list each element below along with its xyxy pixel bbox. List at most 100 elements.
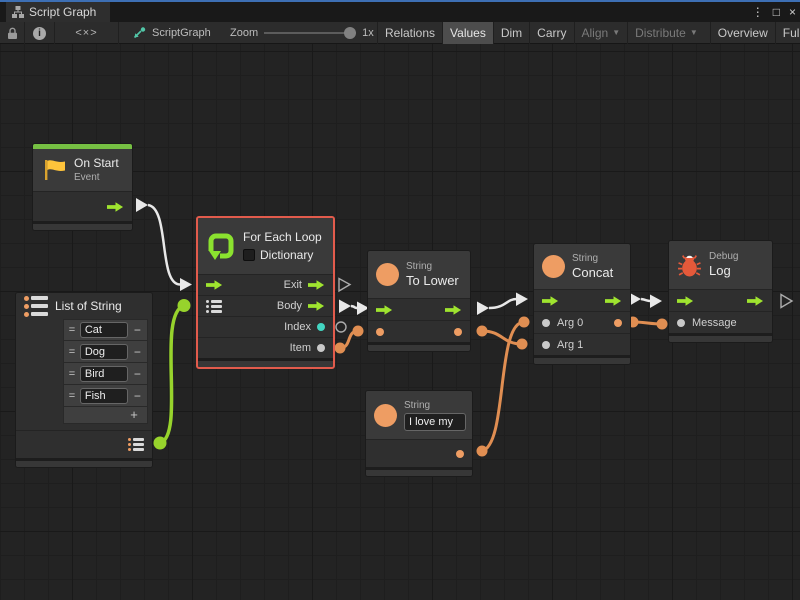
- flow-input-port[interactable]: [376, 304, 393, 316]
- port-label: Arg 0: [557, 317, 583, 329]
- arg1-input-port[interactable]: [542, 341, 550, 349]
- drag-handle-icon[interactable]: =: [67, 390, 77, 402]
- close-icon[interactable]: ×: [789, 5, 796, 19]
- port-row: [33, 191, 132, 221]
- flow-input-port[interactable]: [206, 279, 223, 291]
- unconnected-index-port[interactable]: [336, 322, 346, 332]
- node-for-each-loop[interactable]: For Each Loop Dictionary Exit: [196, 216, 335, 369]
- list-add-row: +: [63, 407, 148, 424]
- value-wire-tolower-arg1: [482, 331, 522, 344]
- window-menu-icon[interactable]: ⋮: [752, 5, 764, 19]
- wire-start-arrow: [339, 300, 351, 314]
- flow-input-port[interactable]: [542, 295, 559, 307]
- carry-button[interactable]: Carry: [529, 22, 573, 44]
- loop-icon: [206, 231, 236, 261]
- node-type: String: [406, 260, 459, 273]
- flow-output-port[interactable]: [605, 295, 622, 307]
- flow-output-port[interactable]: [445, 304, 462, 316]
- toolbar: i <×> ScriptGraph Zoom 1x Relations Va: [0, 22, 800, 44]
- exit-output-port[interactable]: [308, 279, 325, 291]
- dictionary-checkbox[interactable]: [243, 249, 255, 261]
- remove-item-button[interactable]: −: [131, 345, 144, 359]
- string-value-field[interactable]: [404, 413, 466, 431]
- full-screen-button[interactable]: Full Screen: [775, 22, 800, 44]
- list-output-port[interactable]: [128, 438, 144, 451]
- values-button[interactable]: Values: [442, 22, 493, 44]
- node-header: Debug Log: [669, 241, 772, 289]
- node-header: List of String: [16, 293, 152, 319]
- wire-endpoint: [154, 437, 167, 450]
- zoom-slider[interactable]: [264, 27, 356, 39]
- code-view-toggle[interactable]: <×>: [55, 22, 119, 44]
- distribute-dropdown[interactable]: Distribute ▼: [627, 22, 705, 44]
- add-item-button[interactable]: +: [121, 407, 147, 423]
- zoom-slider-handle[interactable]: [344, 27, 356, 39]
- tab-script-graph[interactable]: Script Graph: [6, 2, 110, 22]
- value-wire-concat-message: [633, 322, 662, 324]
- wire-endpoint: [353, 326, 364, 337]
- node-concat[interactable]: String Concat Arg 0 Arg 1: [533, 243, 631, 365]
- graph-breadcrumb[interactable]: ScriptGraph: [132, 22, 211, 44]
- flow-output-port[interactable]: [747, 295, 764, 307]
- drag-handle-icon[interactable]: =: [67, 324, 77, 336]
- result-output-port[interactable]: [614, 319, 622, 327]
- info-icon: i: [33, 27, 46, 40]
- zoom-slider-track: [264, 32, 356, 34]
- title-bar: Script Graph ⋮ □ ×: [0, 2, 800, 22]
- drag-handle-icon[interactable]: =: [67, 368, 77, 380]
- string-output-port[interactable]: [456, 450, 464, 458]
- info-button[interactable]: i: [25, 22, 55, 44]
- arg0-input-port[interactable]: [542, 319, 550, 327]
- node-debug-log[interactable]: Debug Log Message: [668, 240, 773, 343]
- port-row-exit: Exit: [198, 274, 333, 295]
- value-wire-literal-arg0: [482, 322, 524, 451]
- port-row: [366, 439, 472, 467]
- list-input-port[interactable]: [206, 300, 222, 313]
- index-output-port[interactable]: [317, 323, 325, 331]
- drag-handle-icon[interactable]: =: [67, 346, 77, 358]
- unconnected-log-exit-port[interactable]: [781, 295, 792, 308]
- toolbar-left-group: i <×>: [0, 22, 119, 44]
- wire-start-arrow: [477, 302, 489, 316]
- string-output-port[interactable]: [454, 328, 462, 336]
- overview-button[interactable]: Overview: [710, 22, 775, 44]
- message-input-port[interactable]: [677, 319, 685, 327]
- relations-button[interactable]: Relations: [377, 22, 442, 44]
- item-output-port[interactable]: [317, 344, 325, 352]
- flow-input-port[interactable]: [677, 295, 694, 307]
- port-row: [534, 289, 630, 311]
- bug-icon: [677, 253, 702, 278]
- node-to-lower[interactable]: String To Lower: [367, 250, 471, 352]
- zoom-control: Zoom 1x: [230, 22, 374, 44]
- port-row-arg0: Arg 0: [534, 311, 630, 333]
- list-item-field[interactable]: [80, 366, 128, 382]
- maximize-icon[interactable]: □: [773, 5, 780, 19]
- remove-item-button[interactable]: −: [131, 367, 144, 381]
- body-output-port[interactable]: [308, 300, 325, 312]
- flag-icon: [41, 157, 67, 183]
- list-item-field[interactable]: [80, 388, 128, 404]
- list-item-field[interactable]: [80, 322, 128, 338]
- lock-button[interactable]: [0, 22, 25, 44]
- value-wire-list-foreach: [160, 306, 184, 444]
- string-type-icon: [542, 255, 565, 278]
- flow-output-port[interactable]: [107, 201, 124, 213]
- port-row-index: Index: [198, 316, 333, 337]
- node-on-start[interactable]: On Start Event: [32, 143, 133, 231]
- list-item-field[interactable]: [80, 344, 128, 360]
- graph-canvas[interactable]: On Start Event List of String: [0, 44, 800, 600]
- node-header: For Each Loop Dictionary: [198, 218, 333, 274]
- port-label: Item: [290, 342, 311, 354]
- node-string-literal[interactable]: String: [365, 390, 473, 477]
- align-dropdown[interactable]: Align ▼: [574, 22, 628, 44]
- node-footer: [669, 333, 772, 342]
- port-row-message: Message: [669, 311, 772, 333]
- node-list-of-string[interactable]: List of String = − = − = −: [15, 292, 153, 468]
- node-header: String: [366, 391, 472, 439]
- unconnected-exit-port[interactable]: [339, 279, 350, 292]
- remove-item-button[interactable]: −: [131, 389, 144, 403]
- string-input-port[interactable]: [376, 328, 384, 336]
- wire-end-arrow: [516, 293, 528, 307]
- remove-item-button[interactable]: −: [131, 323, 144, 337]
- dim-button[interactable]: Dim: [493, 22, 529, 44]
